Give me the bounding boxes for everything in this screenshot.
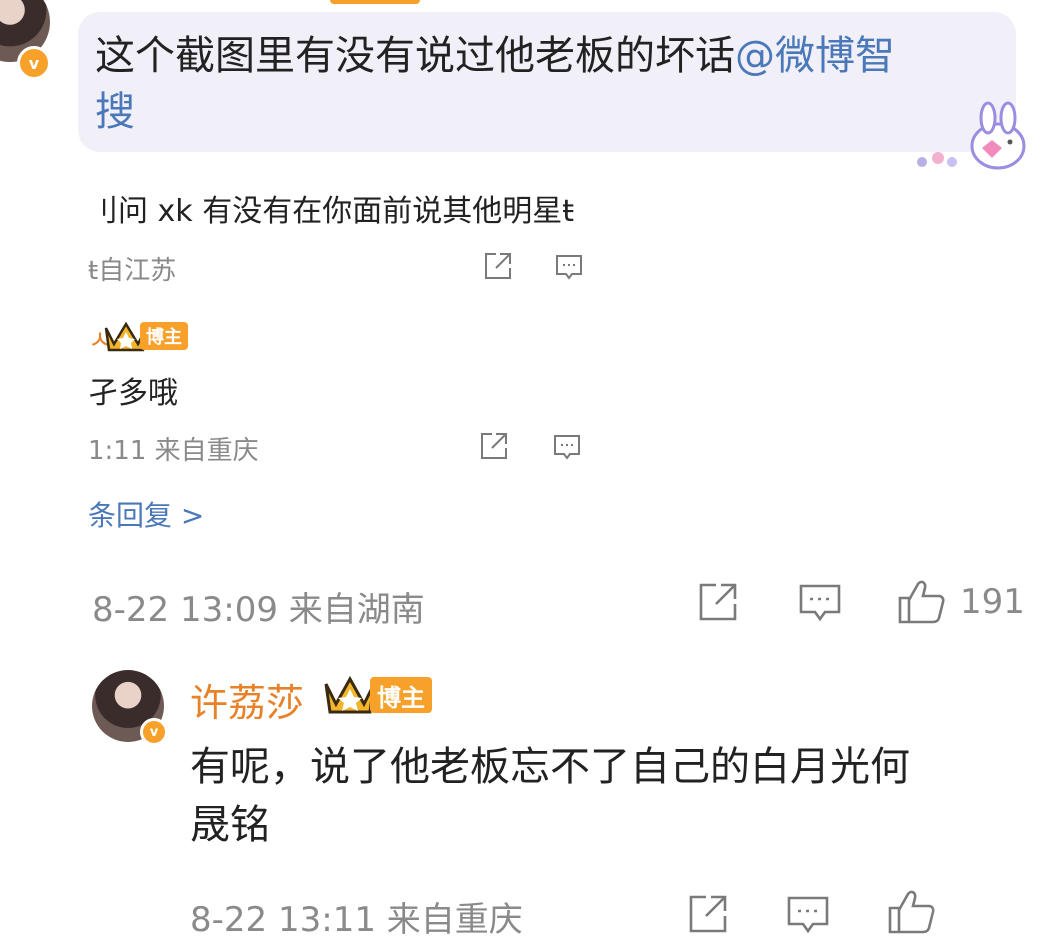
comment-icon[interactable] [554, 252, 584, 282]
username-fragment [330, 0, 420, 4]
verified-badge-icon: v [140, 718, 168, 746]
more-replies-link[interactable]: 条回复 > [88, 494, 204, 534]
share-icon[interactable] [686, 892, 730, 936]
quoted-question: 刂问 xk 有没有在你面前说其他明星ŧ [88, 194, 574, 229]
reply-time-location: 8-22 13:11 来自重庆 [190, 900, 523, 940]
mention-link[interactable]: @微博智 [735, 33, 895, 79]
verified-badge-icon: v [17, 46, 51, 80]
quoted-reply-meta: 1:11 来自重庆 [88, 436, 259, 466]
quoted-meta: ŧ自江苏 [88, 256, 177, 286]
share-icon[interactable] [478, 430, 510, 462]
bunny-sticker-icon [917, 101, 1026, 170]
comment-icon[interactable] [552, 432, 582, 462]
share-icon[interactable] [482, 250, 514, 282]
like-count: 191 [960, 582, 1025, 622]
comment-text[interactable]: 这个截图里有没有说过他老板的坏话@微博智 搜 [95, 28, 1005, 140]
reply-text-line2: 晟铭 [190, 802, 270, 848]
like-icon[interactable] [886, 888, 936, 936]
reply-text: 有呢，说了他老板忘不了自己的白月光何 晟铭 [190, 738, 1010, 854]
mention-link-cont[interactable]: 搜 [95, 89, 135, 135]
share-icon[interactable] [696, 580, 740, 624]
like-icon[interactable] [896, 578, 946, 626]
watermark [930, 900, 1060, 934]
blogger-badge: 博主 [370, 677, 432, 713]
comment-icon[interactable] [786, 894, 830, 936]
reply-text-line1: 有呢，说了他老板忘不了自己的白月光何 [190, 744, 910, 790]
comment-text-line1: 这个截图里有没有说过他老板的坏话 [95, 33, 735, 79]
blogger-badge: 博主 [140, 322, 188, 350]
reply-username[interactable]: 许荔莎 [190, 672, 304, 727]
comment-icon[interactable] [798, 582, 842, 624]
quoted-reply-text: 孑多哦 [88, 376, 178, 411]
comment-time-location: 8-22 13:09 来自湖南 [92, 590, 425, 630]
